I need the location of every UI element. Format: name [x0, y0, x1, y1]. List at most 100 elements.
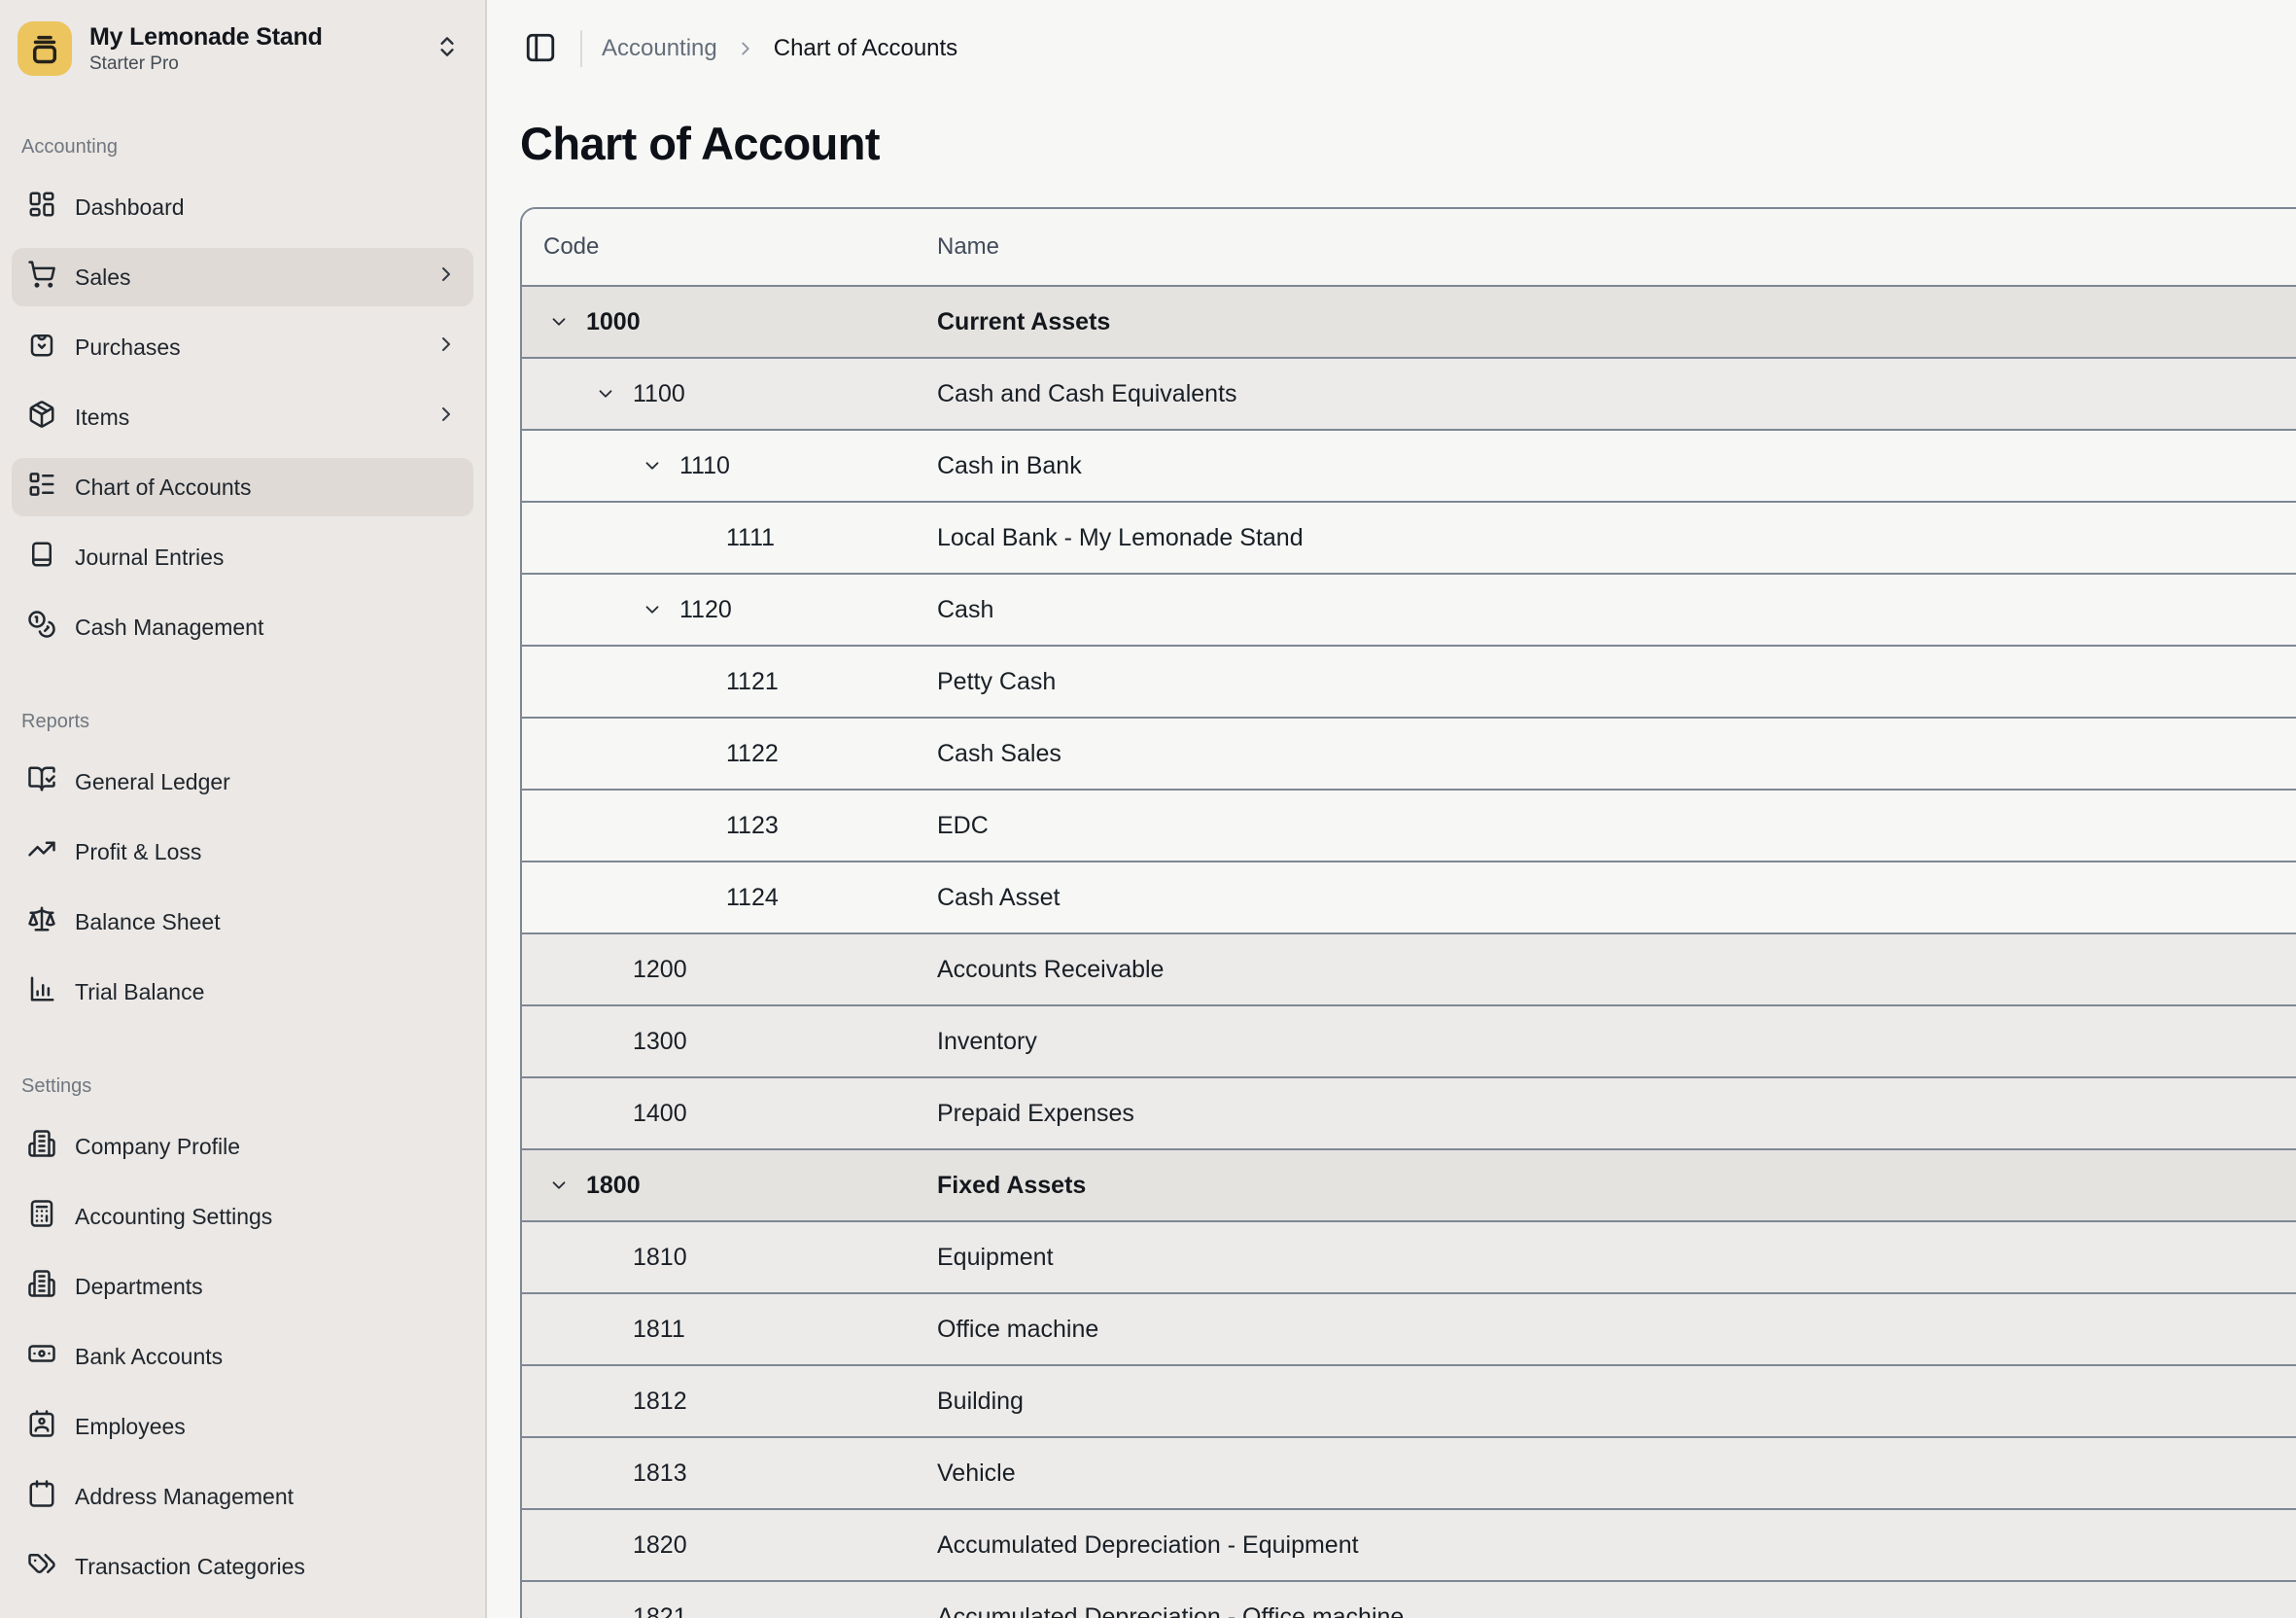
- sidebar-item-label: Employees: [75, 1414, 186, 1440]
- sidebar-item-label: Transaction Categories: [75, 1554, 305, 1580]
- table-row-1810[interactable]: 1810Equipment: [522, 1220, 2296, 1292]
- topbar: Accounting Chart of Accounts: [520, 25, 2296, 72]
- trending-up-icon: [27, 834, 56, 869]
- account-name: Building: [937, 1388, 2296, 1416]
- sidebar-item-label: Cash Management: [75, 615, 263, 641]
- account-code: 1110: [679, 452, 730, 480]
- table-row-1800[interactable]: 1800 Fixed Assets: [522, 1148, 2296, 1220]
- sidebar-item-address-management[interactable]: Address Management: [12, 1467, 473, 1526]
- package-icon: [27, 400, 56, 435]
- topbar-divider: [580, 30, 582, 67]
- account-code: 1124: [726, 884, 779, 912]
- sidebar-item-journal-entries[interactable]: Journal Entries: [12, 528, 473, 586]
- sidebar-item-label: Chart of Accounts: [75, 475, 252, 501]
- list-tree-icon: [27, 470, 56, 505]
- account-name: Office machine: [937, 1316, 2296, 1344]
- account-name: Petty Cash: [937, 668, 2296, 696]
- table-row-1110[interactable]: 1110Cash in Bank: [522, 429, 2296, 501]
- table-row-1124[interactable]: 1124 Cash Asset: [522, 861, 2296, 932]
- id-card-icon: [27, 1409, 56, 1444]
- sidebar-item-company-profile[interactable]: Company Profile: [12, 1117, 473, 1176]
- account-name: EDC: [937, 812, 2296, 840]
- code-cell: 1000: [522, 287, 937, 357]
- sidebar-item-items[interactable]: Items: [12, 388, 473, 446]
- workspace-switcher[interactable]: My Lemonade Stand Starter Pro: [12, 10, 473, 97]
- account-code: 1800: [586, 1172, 641, 1200]
- sidebar-item-trial-balance[interactable]: Trial Balance: [12, 963, 473, 1021]
- code-cell: 1400: [522, 1078, 937, 1148]
- coins-icon: [27, 610, 56, 645]
- table-row-1111[interactable]: 1111 Local Bank - My Lemonade Stand: [522, 501, 2296, 573]
- account-name: Vehicle: [937, 1460, 2296, 1488]
- breadcrumb-current: Chart of Accounts: [774, 35, 957, 62]
- sidebar-item-general-ledger[interactable]: General Ledger: [12, 753, 473, 811]
- chevron-down-icon[interactable]: [592, 380, 619, 407]
- table-row-1121[interactable]: 1121 Petty Cash: [522, 645, 2296, 717]
- code-cell: 1811: [522, 1294, 937, 1364]
- table-row-1000[interactable]: 1000Current Assets: [522, 285, 2296, 357]
- chevron-down-icon[interactable]: [639, 596, 666, 623]
- table-row-1821[interactable]: 1821Accumulated Depreciation - Office ma…: [522, 1580, 2296, 1618]
- sidebar-item-purchases[interactable]: Purchases: [12, 318, 473, 376]
- sidebar-toggle-button[interactable]: [520, 28, 561, 69]
- table-row-1400[interactable]: 1400Prepaid Expenses: [522, 1076, 2296, 1148]
- sidebar-item-sales[interactable]: Sales: [12, 248, 473, 306]
- account-name: Fixed Assets: [937, 1172, 2296, 1200]
- chevron-right-icon: [435, 403, 458, 432]
- sidebar-item-profit-loss[interactable]: Profit & Loss: [12, 823, 473, 881]
- sidebar-item-balance-sheet[interactable]: Balance Sheet: [12, 893, 473, 951]
- sidebar-item-departments[interactable]: Departments: [12, 1257, 473, 1316]
- chevron-down-icon[interactable]: [545, 1172, 573, 1199]
- account-name: Cash: [937, 596, 2296, 624]
- shopping-bag-icon: [27, 330, 56, 365]
- sidebar-item-cash-management[interactable]: Cash Management: [12, 598, 473, 656]
- sidebar-item-label: Trial Balance: [75, 979, 204, 1005]
- account-code: 1811: [633, 1316, 685, 1344]
- table-row-1811[interactable]: 1811 Office machine: [522, 1292, 2296, 1364]
- table-row-1123[interactable]: 1123EDC: [522, 789, 2296, 861]
- sidebar-item-employees[interactable]: Employees: [12, 1397, 473, 1456]
- account-name: Cash Asset: [937, 884, 2296, 912]
- sidebar-item-chart-of-accounts[interactable]: Chart of Accounts: [12, 458, 473, 516]
- code-cell: 1122: [522, 719, 937, 789]
- chevron-down-icon[interactable]: [545, 308, 573, 335]
- table-row-1100[interactable]: 1100Cash and Cash Equivalents: [522, 357, 2296, 429]
- calendar-icon: [27, 1479, 56, 1514]
- app-window: My Lemonade Stand Starter Pro Accounting…: [0, 0, 2296, 1618]
- shopping-cart-icon: [27, 260, 56, 295]
- sidebar-item-label: Purchases: [75, 334, 181, 361]
- scale-icon: [27, 904, 56, 939]
- chevron-down-icon[interactable]: [639, 452, 666, 479]
- account-code: 1111: [726, 524, 775, 552]
- sidebar-item-dashboard[interactable]: Dashboard: [12, 178, 473, 236]
- calculator-icon: [27, 1199, 56, 1234]
- account-code: 1821: [633, 1603, 687, 1618]
- sidebar: My Lemonade Stand Starter Pro Accounting…: [0, 0, 487, 1618]
- account-name: Prepaid Expenses: [937, 1100, 2296, 1128]
- account-code: 1813: [633, 1460, 687, 1488]
- account-name: Local Bank - My Lemonade Stand: [937, 524, 2296, 552]
- main-content: Accounting Chart of Accounts Chart of Ac…: [487, 0, 2296, 1618]
- chevron-right-icon: [435, 263, 458, 292]
- table-row-1120[interactable]: 1120Cash: [522, 573, 2296, 645]
- table-row-1122[interactable]: 1122Cash Sales: [522, 717, 2296, 789]
- sidebar-item-transaction-categories[interactable]: Transaction Categories: [12, 1537, 473, 1596]
- account-code: 1812: [633, 1388, 687, 1416]
- code-cell: 1100: [522, 359, 937, 429]
- sidebar-item-label: Dashboard: [75, 194, 185, 221]
- code-cell: 1200: [522, 934, 937, 1004]
- code-cell: 1300: [522, 1006, 937, 1076]
- table-row-1300[interactable]: 1300Inventory: [522, 1004, 2296, 1076]
- sidebar-item-bank-accounts[interactable]: Bank Accounts: [12, 1327, 473, 1386]
- sidebar-item-label: Items: [75, 404, 129, 431]
- breadcrumb-parent[interactable]: Accounting: [602, 35, 717, 62]
- account-code: 1121: [726, 668, 779, 696]
- table-row-1812[interactable]: 1812 Building: [522, 1364, 2296, 1436]
- table-row-1200[interactable]: 1200Accounts Receivable: [522, 932, 2296, 1004]
- table-header-row: Code Name: [522, 209, 2296, 285]
- table-row-1820[interactable]: 1820Accumulated Depreciation - Equipment: [522, 1508, 2296, 1580]
- dashboard-icon: [27, 190, 56, 225]
- sidebar-item-accounting-settings[interactable]: Accounting Settings: [12, 1187, 473, 1246]
- table-row-1813[interactable]: 1813 Vehicle: [522, 1436, 2296, 1508]
- sidebar-item-label: Accounting Settings: [75, 1204, 272, 1230]
